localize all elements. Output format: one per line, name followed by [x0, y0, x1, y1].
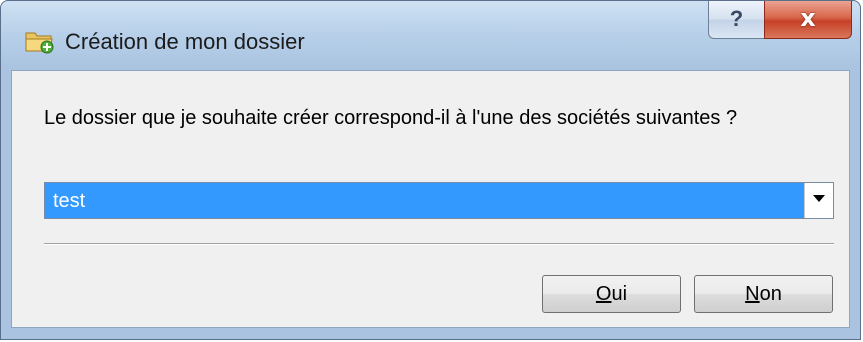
- dialog-body: Le dossier que je souhaite créer corresp…: [11, 70, 850, 328]
- dropdown-arrow-button[interactable]: [804, 183, 833, 218]
- separator: [44, 243, 834, 245]
- dialog-window: Création de mon dossier ? x Le dossier q…: [0, 0, 861, 340]
- help-button[interactable]: ?: [708, 1, 765, 39]
- folder-add-icon: [25, 28, 55, 54]
- yes-button[interactable]: Oui: [542, 275, 681, 313]
- close-icon: x: [800, 4, 816, 32]
- no-label-rest: on: [759, 283, 782, 305]
- yes-label-rest: ui: [611, 283, 628, 305]
- no-mnemonic: N: [745, 283, 760, 305]
- window-title: Création de mon dossier: [65, 29, 305, 54]
- title-bar[interactable]: Création de mon dossier ? x: [1, 1, 860, 79]
- help-icon: ?: [729, 6, 744, 31]
- company-select-value: test: [53, 190, 86, 212]
- no-button[interactable]: Non: [694, 275, 833, 313]
- chevron-down-icon: [813, 195, 825, 202]
- question-label: Le dossier que je souhaite créer corresp…: [44, 107, 738, 129]
- yes-mnemonic: O: [595, 283, 612, 305]
- close-button[interactable]: x: [764, 1, 852, 39]
- company-select[interactable]: test: [44, 182, 834, 219]
